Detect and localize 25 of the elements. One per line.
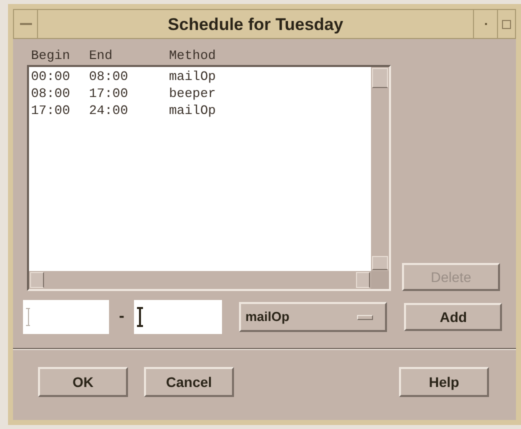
separator-dash: - <box>119 307 124 327</box>
help-button[interactable]: Help <box>399 367 489 397</box>
end-time-field[interactable] <box>134 300 222 334</box>
list-cell-text: mailOp <box>169 102 217 119</box>
scrollbar-corner <box>371 271 389 289</box>
column-header: Begin <box>31 46 72 64</box>
vertical-scrollbar[interactable] <box>371 67 389 271</box>
cancel-button[interactable]: Cancel <box>144 367 234 397</box>
list-cell-text: 24:00 <box>89 102 130 119</box>
column-header: Method <box>169 46 217 64</box>
list-cell-text: 08:00 <box>31 85 72 102</box>
list-cell-text: 08:00 <box>89 68 130 85</box>
list-cell-text: beeper <box>169 85 217 102</box>
list-cell-text: 00:00 <box>31 68 72 85</box>
begin-time-field[interactable] <box>23 300 109 334</box>
horizontal-scrollbar[interactable] <box>29 271 371 289</box>
dropdown-indicator-icon <box>357 314 374 320</box>
method-dropdown[interactable]: mailOp <box>239 302 388 332</box>
list-cell-text: mailOp <box>169 68 217 85</box>
add-button[interactable]: Add <box>404 303 502 331</box>
list-cell-text: 17:00 <box>89 85 130 102</box>
ok-button[interactable]: OK <box>38 367 128 397</box>
list-cell-text: 17:00 <box>31 102 72 119</box>
window-title: Schedule for Tuesday <box>166 14 344 36</box>
column-header: End <box>89 46 114 64</box>
